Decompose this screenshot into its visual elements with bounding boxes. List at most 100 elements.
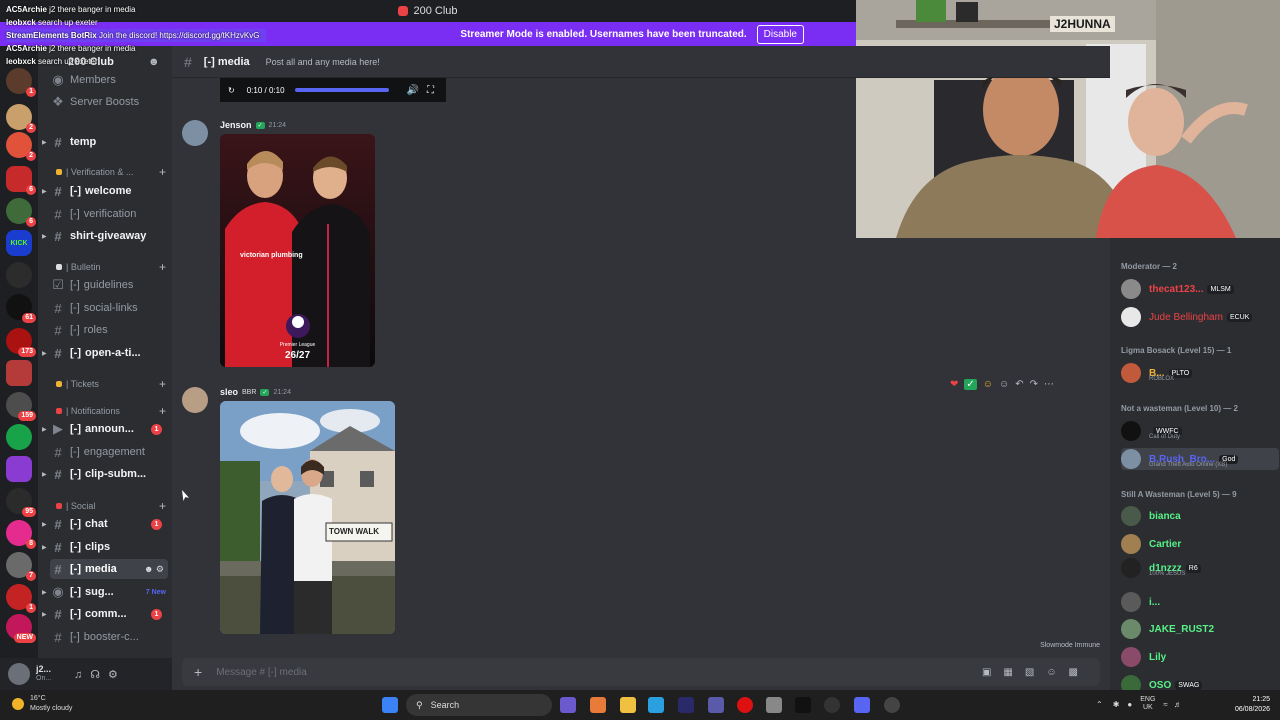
avatar[interactable] (8, 663, 30, 685)
member-item[interactable]: i... (1121, 591, 1279, 613)
emoji-reaction-icon[interactable]: ☺ (983, 379, 993, 390)
member-item[interactable]: WWFC Call of Duty (1121, 420, 1279, 442)
channel-chat[interactable]: ▶ # [-] chat 1 (42, 514, 168, 534)
channel-media[interactable]: # [-] media ☻ ⚙ (50, 559, 168, 579)
message-author[interactable]: sleo (220, 387, 238, 397)
video-progress-bar[interactable] (294, 88, 389, 92)
more-icon[interactable]: ⋯ (1044, 379, 1054, 390)
composer-tools[interactable]: ▣▦▧☺▩ (982, 667, 1090, 678)
sidebar-server-boosts[interactable]: ❖ Server Boosts (50, 92, 168, 112)
fullscreen-icon[interactable]: ⛶ (427, 85, 434, 96)
app-icon[interactable] (648, 697, 664, 713)
message-author[interactable]: Jenson (220, 120, 252, 130)
channel-community[interactable]: ▶ # [-] comm... 1 (42, 604, 168, 624)
server-icon[interactable] (6, 262, 32, 288)
message-image[interactable]: TOWN WALK (220, 401, 395, 634)
discord-icon[interactable] (854, 697, 870, 713)
check-reaction-icon[interactable]: ✓ (964, 378, 977, 390)
channel-temp[interactable]: ▶ # temp (42, 132, 168, 152)
premiere-icon[interactable] (678, 697, 694, 713)
member-item[interactable]: d1nzzz R6 100% JESUS (1121, 557, 1279, 579)
member-item[interactable]: JAKE_RUST2 (1121, 618, 1279, 640)
avatar[interactable] (182, 387, 208, 413)
member-item[interactable]: thecat123... MLSM (1121, 278, 1279, 300)
server-icon[interactable]: 2 (6, 104, 36, 133)
member-item[interactable]: OSO SWAG (1121, 674, 1279, 690)
server-icon[interactable]: 1 (6, 584, 36, 613)
app-icon[interactable] (884, 697, 900, 713)
server-icon[interactable]: 1 (6, 68, 36, 97)
clock[interactable]: 21:25 06/08/2026 (1235, 695, 1270, 715)
server-icon[interactable] (6, 456, 32, 482)
server-icon[interactable]: NEW (6, 614, 36, 643)
opera-icon[interactable] (737, 697, 753, 713)
member-item[interactable]: B... PLTO ROBLOX (1121, 362, 1279, 384)
channel-verification[interactable]: # [-] verification (50, 204, 168, 224)
channel-announcements[interactable]: ▶ ▶ [-] announ... 1 (42, 419, 168, 439)
server-icon[interactable] (6, 360, 32, 386)
member-item[interactable]: Cartier (1121, 533, 1279, 555)
message-composer[interactable]: + Message # [-] media ▣▦▧☺▩ (182, 658, 1100, 686)
member-item[interactable]: Lily (1121, 646, 1279, 668)
replay-icon[interactable]: ↻ (228, 86, 235, 95)
server-icon[interactable]: 6 (6, 166, 36, 195)
channel-clips[interactable]: ▶ # [-] clips (42, 537, 168, 557)
composer-placeholder[interactable]: Message # [-] media (216, 667, 307, 678)
server-icon[interactable]: 95 (6, 488, 36, 517)
heart-reaction-icon[interactable]: ❤ (950, 379, 958, 390)
category-social[interactable]: | Social + (56, 499, 166, 513)
windows-start-icon[interactable] (382, 697, 398, 713)
category-tickets[interactable]: | Tickets + (56, 377, 166, 391)
settings-icon[interactable] (766, 697, 782, 713)
forward-icon[interactable]: ↷ (1030, 379, 1038, 390)
server-icon[interactable]: 7 (6, 552, 36, 581)
channel-topic[interactable]: Post all and any media here! (266, 57, 380, 67)
user-panel: j2... On... ♫☊⚙ (0, 658, 172, 690)
system-tray[interactable]: ⌃ ✱ ● ENG UK ≈ ♬ (1096, 696, 1182, 712)
boost-icon: ❖ (52, 94, 64, 109)
channel-guidelines[interactable]: ☑ [-] guidelines (50, 275, 168, 295)
avatar[interactable] (182, 120, 208, 146)
channel-welcome[interactable]: ▶ # [-] welcome (42, 181, 168, 201)
server-icon[interactable]: 8 (6, 520, 36, 549)
folder-icon[interactable] (620, 697, 636, 713)
app-icon[interactable] (590, 697, 606, 713)
message-image[interactable]: victorian plumbing Premier League 26/27 (220, 134, 375, 367)
channel-clip-submissions[interactable]: ▶ # [-] clip-subm... (42, 464, 168, 484)
server-icon[interactable]: 2 (6, 132, 36, 161)
server-icon[interactable]: 159 (6, 392, 36, 421)
reply-icon[interactable]: ↶ (1015, 379, 1023, 390)
channel-suggestions[interactable]: ▶ ◉ [-] sug... 7 New (42, 582, 168, 602)
server-icon[interactable]: 61 (6, 294, 36, 323)
category-bulletin[interactable]: | Bulletin + (56, 260, 166, 274)
channel-open-a-ticket[interactable]: ▶ # [-] open-a-ti... (42, 343, 168, 363)
weather-widget[interactable]: 16°C Mostly cloudy (12, 694, 72, 714)
channel-roles[interactable]: # [-] roles (50, 320, 168, 340)
disable-streamer-button[interactable]: Disable (756, 24, 804, 44)
server-icon[interactable] (6, 424, 32, 450)
member-item[interactable]: Jude Bellingham ECUK (1121, 306, 1279, 328)
app-icon[interactable] (708, 697, 724, 713)
channel-booster-chat[interactable]: # [-] booster-c... (50, 627, 168, 647)
channel-shirt-giveaway[interactable]: ▶ # shirt-giveaway (42, 226, 168, 246)
category-notifications[interactable]: | Notifications + (56, 404, 166, 418)
server-icon (398, 6, 409, 16)
kick-server-icon[interactable]: KICK (6, 230, 32, 256)
member-item[interactable]: B.Rush_Bro... God Grand Theft Auto Onlin… (1121, 448, 1279, 470)
category-verification[interactable]: | Verification & ... + (56, 165, 166, 179)
channel-engagement[interactable]: # [-] engagement (50, 442, 168, 462)
video-controls[interactable]: ↻ 0:10 / 0:10 🔊 ⛶ (220, 78, 446, 102)
add-attachment-icon[interactable]: + (194, 664, 202, 680)
server-icon[interactable]: 173 (6, 328, 36, 357)
volume-icon[interactable]: 🔊 (407, 85, 419, 96)
taskbar-search[interactable]: ⚲ Search (406, 694, 552, 716)
server-icon[interactable]: 6 (6, 198, 36, 227)
user-controls[interactable]: ♫☊⚙ (74, 668, 126, 681)
add-reaction-icon[interactable]: ☺ (999, 379, 1009, 390)
app-icon[interactable] (795, 697, 811, 713)
app-icon[interactable] (824, 697, 840, 713)
sidebar-members[interactable]: ◉ Members (50, 70, 168, 90)
app-icon[interactable] (560, 697, 576, 713)
member-item[interactable]: bianca (1121, 505, 1279, 527)
channel-social-links[interactable]: # [-] social-links (50, 298, 168, 318)
